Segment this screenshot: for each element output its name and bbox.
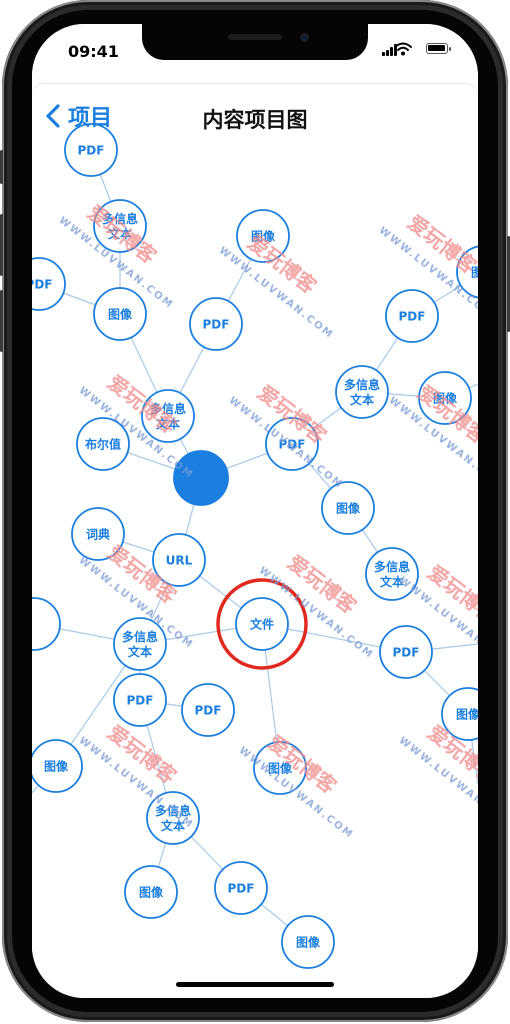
watermark-cn: 爱玩博客	[103, 720, 182, 789]
graph-node-label: 图像	[44, 759, 69, 774]
graph-node[interactable]: PDF	[32, 257, 66, 311]
graph-node[interactable]: PDF	[189, 297, 243, 351]
graph-node-label: PDF	[127, 694, 154, 708]
graph-node-label: 布尔值	[85, 437, 121, 452]
graph-node-label: PDF	[32, 278, 52, 292]
graph-node-circle	[335, 365, 389, 419]
graph-node[interactable]: PDF	[214, 861, 268, 915]
wifi-icon	[394, 42, 412, 56]
graph-node[interactable]: 图像	[32, 739, 83, 793]
status-bar: 09:41	[32, 24, 478, 80]
graph-node-label: PDF	[203, 318, 230, 332]
graph-node-label: 图像	[139, 885, 164, 900]
home-indicator	[176, 982, 334, 987]
graph-node[interactable]: PDF	[113, 673, 167, 727]
iphone-device: 09:41 PDF 多信息文本 DF 图像 图像 PDF PDF 图 多信息文本…	[0, 0, 510, 1024]
graph-node-label: 文件	[250, 617, 274, 632]
graph-node[interactable]: 图像	[321, 481, 375, 535]
graph-node[interactable]: 图像	[281, 915, 335, 969]
graph-node-label: 词典	[86, 527, 110, 542]
graph-node-label: PDF	[195, 704, 222, 718]
graph-node[interactable]: PDF	[385, 289, 439, 343]
graph-node[interactable]: 文本	[173, 450, 229, 506]
graph-node[interactable]: PDF	[181, 683, 235, 737]
content-sheet: PDF多信息文本PDF图像图像PDFPDF图像多信息文本多信息文本布尔值PDF图…	[32, 84, 478, 998]
volume-down-button	[0, 290, 3, 352]
screen: 09:41 PDF 多信息文本 DF 图像 图像 PDF PDF 图 多信息文本…	[32, 24, 478, 998]
watermark-cn: 爱玩博客	[283, 550, 362, 619]
front-camera	[300, 33, 309, 42]
graph-node[interactable]: 图像	[124, 865, 178, 919]
graph-node-label: 图像	[336, 501, 361, 516]
graph-node[interactable]: 文件	[235, 597, 289, 651]
status-time: 09:41	[68, 42, 119, 61]
graph-node[interactable]: 图像	[93, 287, 147, 341]
content-graph: PDF多信息文本PDF图像图像PDFPDF图像多信息文本多信息文本布尔值PDF图…	[32, 84, 478, 969]
volume-up-button	[0, 214, 3, 276]
graph-node-label: PDF	[228, 882, 255, 896]
graph-node-label: 图像	[296, 935, 321, 950]
mute-switch	[0, 150, 3, 184]
graph-node-label: URL	[166, 554, 193, 568]
graph-node-label: 图像	[108, 307, 133, 322]
page-title: 内容项目图	[202, 108, 308, 132]
graph-node-circle	[32, 597, 61, 651]
graph-node[interactable]: 多信息文本	[335, 365, 389, 419]
graph-node-label: PDF	[78, 144, 105, 158]
graph-node-label: PDF	[393, 646, 420, 660]
graph-node-offscreen[interactable]	[32, 84, 61, 651]
battery-icon	[426, 43, 451, 54]
graph-node-label: 图像	[456, 707, 478, 722]
graph-node-label: PDF	[399, 310, 426, 324]
speaker-grille	[228, 34, 282, 40]
graph-node[interactable]: PDF	[379, 625, 433, 679]
notch	[142, 24, 368, 60]
